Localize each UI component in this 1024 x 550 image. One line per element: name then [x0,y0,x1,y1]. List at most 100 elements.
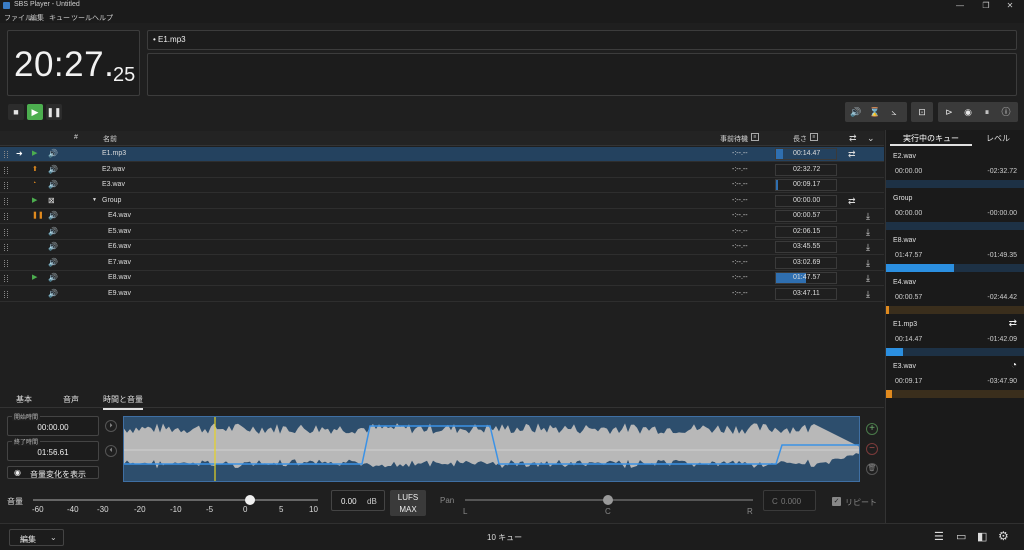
cue-row[interactable]: 🔊 E9.wav -:--.-- 03:47.11 ⤓ [0,287,884,302]
show-volume-button[interactable]: ◉ 音量変化を表示 [7,466,99,479]
gear-icon[interactable]: ⚙ [998,529,1009,543]
length-box: 03:02.69 [775,256,837,269]
drag-handle-icon[interactable] [4,151,8,158]
circle-info-icon[interactable]: ⓘ [998,104,1014,120]
start-time-value: 00:00.00 [37,423,69,432]
side-panel-icon[interactable]: ◧ [977,530,987,543]
repeat-checkbox[interactable]: ✓ [832,497,841,506]
circle-play-icon[interactable]: ⊳ [941,104,957,120]
list-layout-icon[interactable]: ☰ [934,530,944,543]
group-icon: ⊠ [48,195,55,205]
end-time-field[interactable]: 終了時間 01:56.61 [7,437,99,461]
circle-pause-icon[interactable]: ⏸ [979,104,995,120]
close-button[interactable]: ✕ [998,0,1022,11]
loop-icon[interactable]: ⇄ [848,149,856,160]
bottom-panel-icon[interactable]: ▭ [956,530,966,543]
stop-button[interactable]: ■ [8,104,24,120]
pause-button[interactable]: ❚❚ [46,104,62,120]
header-prewait[interactable]: 事前待機 [720,134,748,144]
active-cue-card[interactable]: E1.mp3 ⇄ 00:14.47 -01:42.09 [886,315,1024,356]
menu-edit[interactable]: 編集 [30,13,44,23]
active-cue-card[interactable]: E8.wav 01:47.57 -01:49.35 [886,231,1024,272]
cue-row[interactable]: ▶ 🔊 E8.wav -:--.-- 01:47.57 ⤓ [0,271,884,286]
volume-slider-thumb[interactable] [245,495,255,505]
menu-cue[interactable]: キュー [49,13,70,23]
editor-tabs: 基本 音声 時間と音量 [0,392,884,410]
loop-icon[interactable]: ⇄ [848,196,856,207]
set-end-icon[interactable]: ⏴ [105,445,117,457]
download-arrow-icon[interactable]: ⤓ [866,211,870,222]
download-arrow-icon[interactable]: ⤓ [866,289,870,300]
tab-active-cues[interactable]: 実行中のキュー [890,132,972,146]
download-arrow-icon[interactable]: ⤓ [866,273,870,284]
set-start-icon[interactable]: ⏵ [105,420,117,432]
menu-tools[interactable]: ツール [71,13,92,23]
drag-handle-icon[interactable] [4,213,8,220]
cue-name: E7.wav [108,258,131,266]
cue-row[interactable]: ❚❚ 🔊 E4.wav -:--.-- 00:00.57 ⤓ [0,209,884,224]
download-arrow-icon[interactable]: ⤓ [866,242,870,253]
volume-slider[interactable] [33,499,318,501]
cue-row[interactable]: 🔊 E5.wav -:--.-- 02:06.15 ⤓ [0,225,884,240]
active-cue-card[interactable]: E3.wav ◔ 00:09.17 -03:47.90 [886,357,1024,398]
speaker-icon: 🔊 [48,180,58,189]
active-cue-name: E2.wav [893,153,916,160]
cue-row[interactable]: ⬆ 🔊 E2.wav -:--.-- 02:32.72 [0,163,884,178]
drag-handle-icon[interactable] [4,166,8,174]
header-name[interactable]: 名前 [103,134,117,144]
volume-value-field[interactable]: 0.00 dB [331,490,385,511]
drag-handle-icon[interactable] [4,275,8,282]
waveform-view[interactable] [123,416,860,482]
focus-icon[interactable]: ⊡ [914,104,930,120]
pan-slider-thumb[interactable] [603,495,613,505]
lufs-max-button[interactable]: LUFS MAX [390,490,426,516]
drag-handle-icon[interactable] [4,259,8,267]
cue-row[interactable]: ◔ 🔊 E3.wav -:--.-- 00:09.17 [0,178,884,193]
loop-header-icon[interactable]: ⇄ [849,133,857,144]
cue-row[interactable]: ▶ ⊠ ▼ Group -:--.-- 00:00.00 ⇄ [0,194,884,209]
trash-icon[interactable]: 🗑 [866,463,878,475]
start-time-field[interactable]: 開始時間 00:00.00 [7,412,99,436]
tab-levels[interactable]: レベル [976,132,1020,146]
collapse-caret-icon[interactable]: ▼ [92,197,97,203]
play-button[interactable]: ▶ [27,104,43,120]
header-length[interactable]: 長さ [793,134,807,144]
notes-box[interactable] [147,53,1017,96]
tab-audio[interactable]: 音声 [63,394,79,405]
drag-handle-icon[interactable] [4,182,8,189]
menu-bar: ファイル 編集 キュー ツール ヘルプ [0,11,1024,23]
drag-handle-icon[interactable] [4,197,8,205]
chevron-double-down-icon[interactable]: ⌄ [867,133,875,144]
active-cue-card[interactable]: E2.wav 00:00.00 -02:32.72 [886,147,1024,188]
drag-handle-icon[interactable] [4,228,8,236]
cue-row[interactable]: 🔊 E7.wav -:--.-- 03:02.69 ⤓ [0,256,884,271]
active-cue-progress [886,306,1024,314]
pan-value-field[interactable]: C 0.000 [763,490,816,511]
cue-row[interactable]: ➜ ▶ 🔊 E1.mp3 -:--.-- 00:14.47 ⇄ [0,147,884,162]
drag-handle-icon[interactable] [4,290,8,298]
drag-handle-icon[interactable] [4,244,8,251]
curve-icon[interactable]: ⦣ [886,104,902,120]
active-cue-card[interactable]: Group 00:00.00 -00:00.00 [886,189,1024,230]
clock-fraction: 25 [113,64,136,86]
maximize-button[interactable]: ❐ [974,0,998,11]
hourglass-icon[interactable]: ⌛ [867,104,883,120]
volume-icon[interactable]: 🔊 [848,104,864,120]
edit-button[interactable]: 編集 ⌄ [9,529,64,546]
menu-help[interactable]: ヘルプ [92,13,113,23]
tab-basic[interactable]: 基本 [16,394,32,405]
prewait-toggle-icon[interactable]: ≡ [751,133,759,141]
pan-tick-right: R [747,507,753,516]
tab-time-volume[interactable]: 時間と音量 [103,394,143,410]
download-arrow-icon[interactable]: ⤓ [866,227,870,238]
minimize-button[interactable]: — [948,0,972,11]
download-arrow-icon[interactable]: ⤓ [866,258,870,269]
active-cue-card[interactable]: E4.wav 00:00.57 -02:44.42 [886,273,1024,314]
circle-stop-icon[interactable]: ◉ [960,104,976,120]
menu-file[interactable]: ファイル [4,13,32,23]
remove-point-icon[interactable]: − [866,443,878,455]
speaker-icon: 🔊 [48,288,58,298]
add-point-icon[interactable]: + [866,423,878,435]
length-toggle-icon[interactable]: ≡ [810,133,818,141]
cue-row[interactable]: 🔊 E6.wav -:--.-- 03:45.55 ⤓ [0,240,884,255]
